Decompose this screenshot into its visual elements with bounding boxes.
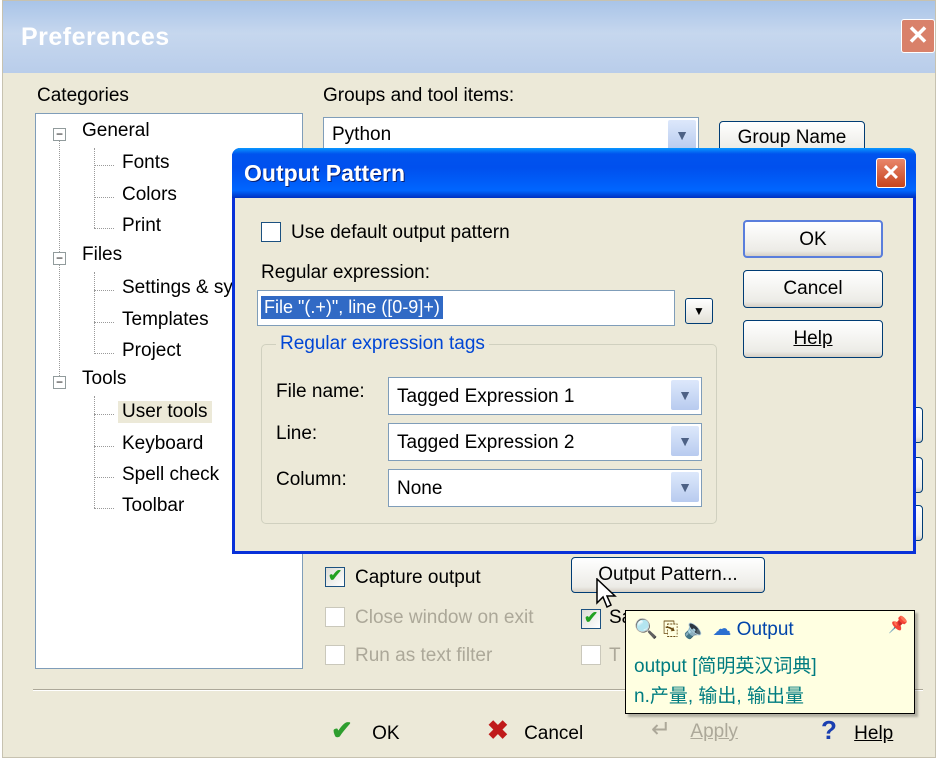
dict-definition: n.产量, 输出, 输出量 <box>634 686 804 707</box>
close-window-label: Close window on exit <box>355 607 534 628</box>
file-name-select[interactable]: Tagged Expression 1 ▼ <box>388 377 702 415</box>
speaker-icon[interactable]: 🔈 <box>683 619 707 640</box>
dict-word: Output <box>736 619 794 640</box>
dialog-ok-button[interactable]: OK <box>743 220 883 258</box>
regex-tags-legend: Regular expression tags <box>276 333 489 355</box>
output-pattern-close-button[interactable]: ✕ <box>876 158 906 188</box>
tree-item-user-tools[interactable]: User tools <box>118 401 212 423</box>
groups-label: Groups and tool items: <box>323 85 515 106</box>
capture-output-checkbox[interactable]: ✔ <box>325 566 345 587</box>
chevron-down-icon[interactable]: ▼ <box>668 120 696 150</box>
dict-entry: output [简明英汉词典] <box>634 656 817 677</box>
output-pattern-titlebar[interactable]: Output Pattern ✕ <box>232 148 916 198</box>
dropdown-arrow-icon: ▼ <box>693 304 705 318</box>
close-icon: ✕ <box>881 160 901 185</box>
tree-item-templates[interactable]: Templates <box>122 309 209 331</box>
categories-label: Categories <box>37 85 129 106</box>
run-as-filter-label: Run as text filter <box>355 645 493 666</box>
collapse-general-icon[interactable]: − <box>53 128 66 141</box>
regex-menu-button[interactable]: ▼ <box>685 298 713 324</box>
line-select[interactable]: Tagged Expression 2 ▼ <box>388 423 702 461</box>
output-pattern-dialog: Output Pattern ✕ Use default output patt… <box>232 148 916 554</box>
tree-item-keyboard[interactable]: Keyboard <box>122 433 203 455</box>
help-button[interactable]: ? Help <box>821 715 893 746</box>
copy-icon[interactable]: ⎘ <box>663 619 678 640</box>
text-label: T <box>609 645 621 666</box>
tree-item-project[interactable]: Project <box>122 340 181 362</box>
ok-button[interactable]: ✔ OK <box>331 715 400 746</box>
dictionary-popup: 🔍 ⎘ 🔈 ☁ Output 📌 output [简明英汉词典] n.产量, 输… <box>625 610 915 714</box>
capture-output-label: Capture output <box>355 567 481 588</box>
tree-item-toolbar[interactable]: Toolbar <box>122 495 184 517</box>
apply-button[interactable]: ↵ Apply <box>651 715 738 744</box>
mouse-cursor-icon <box>596 578 617 609</box>
regex-tags-group: Regular expression tags File name: Tagge… <box>261 333 717 524</box>
cancel-button[interactable]: ✖ Cancel <box>487 715 583 746</box>
groups-select-value: Python <box>332 124 392 145</box>
tree-item-spell-check[interactable]: Spell check <box>122 464 219 486</box>
run-as-filter-checkbox[interactable] <box>325 645 345 665</box>
pin-icon[interactable]: 📌 <box>888 615 908 635</box>
regex-label: Regular expression: <box>261 262 430 283</box>
file-name-value: Tagged Expression 1 <box>397 386 575 407</box>
preferences-close-button[interactable]: ✕ <box>901 19 935 53</box>
collapse-files-icon[interactable]: − <box>53 252 66 265</box>
output-pattern-title: Output Pattern <box>244 160 405 186</box>
tree-item-print[interactable]: Print <box>122 215 161 237</box>
search-icon[interactable]: 🔍 <box>634 619 658 640</box>
regex-input[interactable]: File "(.+)", line ([0-9]+) <box>257 290 675 326</box>
tree-item-settings[interactable]: Settings & sy <box>122 277 233 299</box>
column-select[interactable]: None ▼ <box>388 469 702 507</box>
chevron-down-icon[interactable]: ▼ <box>671 426 699 456</box>
file-name-label: File name: <box>276 381 365 402</box>
tree-item-colors[interactable]: Colors <box>122 184 177 206</box>
check-icon: ✔ <box>331 715 353 745</box>
close-icon: ✕ <box>907 20 929 50</box>
tree-item-files[interactable]: Files <box>82 244 122 266</box>
save-checkbox[interactable]: ✔ <box>581 608 601 629</box>
dialog-cancel-button[interactable]: Cancel <box>743 270 883 308</box>
apply-arrow-icon: ↵ <box>651 716 672 743</box>
question-icon: ? <box>821 715 837 745</box>
cross-icon: ✖ <box>487 715 509 745</box>
line-label: Line: <box>276 423 318 444</box>
column-label: Column: <box>276 469 347 490</box>
chevron-down-icon[interactable]: ▼ <box>671 380 699 410</box>
line-value: Tagged Expression 2 <box>397 432 575 453</box>
use-default-label: Use default output pattern <box>291 222 510 243</box>
preferences-titlebar[interactable]: Preferences ✕ <box>3 1 935 73</box>
check-icon: ✔ <box>584 608 599 627</box>
tree-item-general[interactable]: General <box>82 120 150 142</box>
check-icon: ✔ <box>328 566 343 585</box>
use-default-checkbox[interactable] <box>261 222 281 242</box>
web-icon[interactable]: ☁ <box>712 619 731 640</box>
chevron-down-icon[interactable]: ▼ <box>671 472 699 502</box>
text-checkbox[interactable] <box>581 645 601 665</box>
tree-item-tools[interactable]: Tools <box>82 368 126 390</box>
collapse-tools-icon[interactable]: − <box>53 376 66 389</box>
regex-input-value: File "(.+)", line ([0-9]+) <box>261 296 443 319</box>
column-value: None <box>397 478 443 499</box>
tree-item-fonts[interactable]: Fonts <box>122 152 170 174</box>
preferences-title: Preferences <box>21 23 170 51</box>
close-window-checkbox[interactable] <box>325 607 345 627</box>
dialog-help-button[interactable]: Help <box>743 320 883 358</box>
